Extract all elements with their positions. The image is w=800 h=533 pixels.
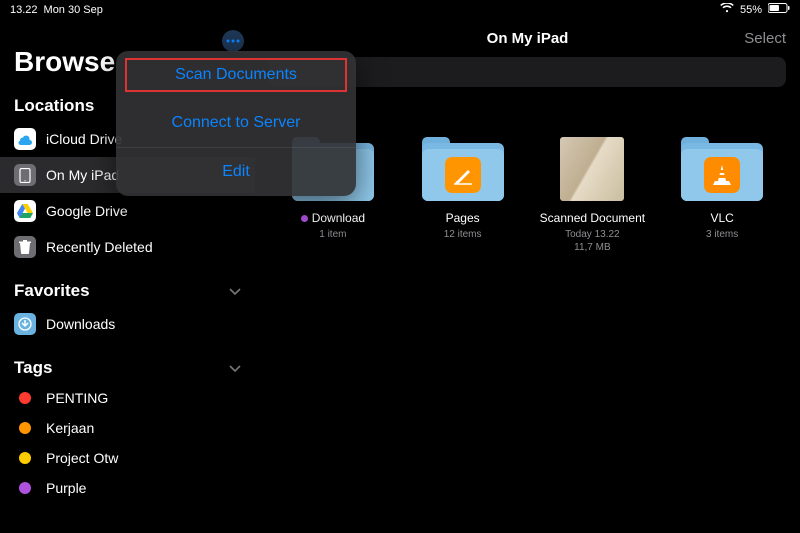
folder-name: Pages bbox=[446, 211, 480, 225]
folder-pages[interactable]: Pages 12 items bbox=[409, 137, 517, 254]
status-bar: 13.22 Mon 30 Sep 55% bbox=[0, 0, 800, 19]
tag-row[interactable]: Project Otw bbox=[0, 443, 255, 473]
tag-dot-icon bbox=[19, 452, 31, 464]
battery-icon bbox=[768, 3, 790, 16]
scanned-document[interactable]: Scanned Document Today 13.2211,7 MB bbox=[539, 137, 647, 254]
location-label: iCloud Drive bbox=[46, 131, 122, 147]
favorite-label: Downloads bbox=[46, 316, 115, 332]
folder-icon bbox=[422, 137, 504, 201]
tag-dot-icon bbox=[19, 422, 31, 434]
popover-edit[interactable]: Edit bbox=[116, 148, 356, 196]
ipad-icon bbox=[14, 164, 36, 186]
gdrive-icon bbox=[14, 200, 36, 222]
tag-row[interactable]: Kerjaan bbox=[0, 413, 255, 443]
icloud-icon bbox=[14, 128, 36, 150]
chevron-down-icon[interactable] bbox=[229, 284, 241, 299]
tag-dot-icon bbox=[19, 482, 31, 494]
more-button[interactable] bbox=[222, 30, 244, 52]
vlc-app-icon bbox=[704, 157, 740, 193]
folder-meta: 3 items bbox=[706, 228, 738, 241]
folder-meta: Today 13.2211,7 MB bbox=[565, 228, 620, 254]
chevron-down-icon[interactable] bbox=[229, 361, 241, 376]
tag-dot-icon bbox=[301, 215, 308, 222]
status-time: 13.22 bbox=[10, 4, 38, 16]
folder-icon bbox=[14, 313, 36, 335]
tags-title: Tags bbox=[14, 358, 52, 378]
browse-title: Browse bbox=[14, 46, 115, 78]
popover-scan-documents[interactable]: Scan Documents bbox=[121, 54, 351, 96]
main-title: On My iPad bbox=[487, 30, 569, 47]
folder-meta: 12 items bbox=[444, 228, 482, 241]
location-label: Recently Deleted bbox=[46, 239, 153, 255]
actions-popover: Scan Documents Connect to Server Edit bbox=[116, 51, 356, 196]
folder-meta: 1 item bbox=[319, 228, 346, 241]
status-date: Mon 30 Sep bbox=[44, 4, 103, 16]
wifi-icon bbox=[720, 3, 734, 16]
favorites-title: Favorites bbox=[14, 281, 90, 301]
tag-dot-icon bbox=[19, 392, 31, 404]
location-gdrive[interactable]: Google Drive bbox=[0, 193, 255, 229]
location-label: On My iPad bbox=[46, 167, 119, 183]
popover-connect-server[interactable]: Connect to Server bbox=[116, 99, 356, 148]
tag-label: Kerjaan bbox=[46, 420, 94, 436]
select-button[interactable]: Select bbox=[744, 30, 786, 47]
tag-label: Project Otw bbox=[46, 450, 118, 466]
tag-row[interactable]: PENTING bbox=[0, 383, 255, 413]
locations-title: Locations bbox=[14, 96, 94, 116]
tags-section: Tags PENTING Kerjaan Project Otw Purple bbox=[0, 358, 255, 503]
trash-icon bbox=[14, 236, 36, 258]
location-trash[interactable]: Recently Deleted bbox=[0, 229, 255, 265]
tag-row[interactable]: Purple bbox=[0, 473, 255, 503]
folder-name: Download bbox=[301, 211, 365, 225]
folder-vlc[interactable]: VLC 3 items bbox=[668, 137, 776, 254]
document-thumbnail-icon bbox=[560, 137, 624, 201]
favorites-section: Favorites Downloads bbox=[0, 281, 255, 342]
tag-label: PENTING bbox=[46, 390, 108, 406]
battery-percent: 55% bbox=[740, 4, 762, 16]
folder-name: Scanned Document bbox=[540, 211, 645, 225]
pages-app-icon bbox=[445, 157, 481, 193]
tag-label: Purple bbox=[46, 480, 86, 496]
favorite-downloads[interactable]: Downloads bbox=[0, 306, 255, 342]
folder-name: VLC bbox=[710, 211, 733, 225]
folder-icon bbox=[681, 137, 763, 201]
location-label: Google Drive bbox=[46, 203, 128, 219]
